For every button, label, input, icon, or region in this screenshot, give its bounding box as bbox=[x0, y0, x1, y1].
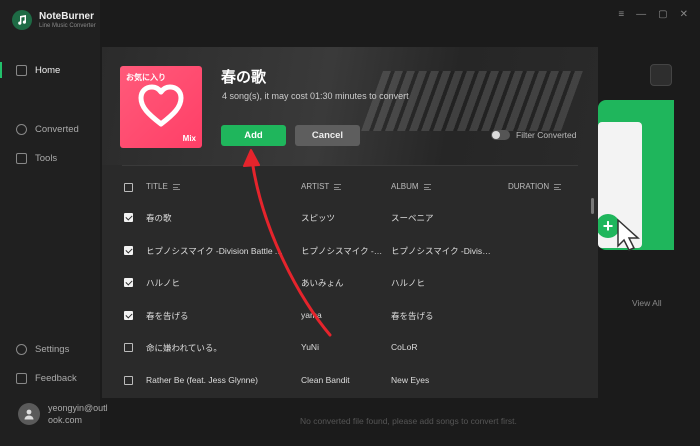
column-title-label: TITLE bbox=[146, 182, 168, 191]
toolbox-icon bbox=[16, 152, 27, 164]
home-icon bbox=[16, 64, 27, 76]
cell-title: ハルノヒ bbox=[146, 278, 181, 288]
heart-icon bbox=[138, 84, 184, 127]
cell-title: ヒプノシスマイク -Division Battle Anthem- bbox=[146, 245, 286, 256]
sidebar: NoteBurner Line Music Converter Home Con… bbox=[0, 0, 108, 446]
cell-title: 春を告げる bbox=[146, 310, 189, 321]
row-checkbox[interactable] bbox=[124, 278, 133, 287]
piano-keys-background bbox=[361, 71, 583, 131]
cell-title: 春の歌 bbox=[146, 213, 172, 223]
convert-info: 4 song(s), it may cost 01:30 minutes to … bbox=[222, 91, 409, 101]
cell-album: New Eyes bbox=[391, 374, 430, 385]
sort-icon bbox=[172, 183, 180, 190]
cell-artist: あいみょん bbox=[301, 278, 344, 288]
sidebar-item-label: Feedback bbox=[35, 372, 77, 384]
column-album-label: ALBUM bbox=[391, 182, 419, 191]
minimize-icon[interactable]: — bbox=[636, 10, 646, 20]
sidebar-item-settings[interactable]: Settings bbox=[0, 338, 100, 360]
cell-title: Rather Be (feat. Jess Glynne) bbox=[146, 374, 258, 385]
column-artist[interactable]: ARTIST bbox=[301, 182, 342, 191]
cell-album: ハルノヒ bbox=[391, 278, 426, 288]
pointer-cursor-icon bbox=[617, 218, 640, 251]
cell-album: ヒプノシスマイク -Division Battle Anthem- bbox=[391, 245, 491, 256]
sidebar-item-converted[interactable]: Converted bbox=[0, 118, 100, 140]
add-files-icon[interactable] bbox=[650, 64, 672, 86]
add-button[interactable]: Add bbox=[221, 125, 286, 146]
maximize-icon[interactable]: ▢ bbox=[658, 10, 667, 20]
column-album[interactable]: ALBUM bbox=[391, 182, 431, 191]
sort-icon bbox=[423, 183, 431, 190]
sort-icon bbox=[334, 183, 342, 190]
cell-title: 命に嫌われている。 bbox=[146, 343, 222, 353]
playlist-cover: お気に入り Mix bbox=[120, 66, 202, 148]
menu-icon[interactable]: ≡ bbox=[618, 10, 624, 20]
sidebar-item-label: Tools bbox=[35, 152, 58, 164]
clock-icon bbox=[16, 123, 27, 135]
cell-album: スーベニア bbox=[391, 213, 434, 223]
gear-icon bbox=[16, 343, 27, 355]
playlist-title: 春の歌 bbox=[221, 69, 267, 86]
sidebar-item-feedback[interactable]: Feedback bbox=[0, 367, 100, 389]
brand: NoteBurner Line Music Converter bbox=[12, 10, 96, 30]
row-checkbox[interactable] bbox=[124, 310, 133, 320]
cover-text: お気に入り bbox=[126, 73, 166, 82]
column-duration-label: DURATION bbox=[508, 182, 550, 191]
sidebar-item-label: Home bbox=[35, 64, 61, 76]
sidebar-item-label: Converted bbox=[35, 123, 79, 135]
column-title[interactable]: TITLE bbox=[146, 182, 180, 191]
cell-artist: Clean Bandit bbox=[301, 374, 350, 385]
view-all-link[interactable]: View All bbox=[632, 298, 662, 308]
cancel-button[interactable]: Cancel bbox=[295, 125, 360, 146]
app-subtitle: Line Music Converter bbox=[39, 22, 96, 29]
cell-artist: スピッツ bbox=[301, 213, 336, 223]
filter-toggle[interactable] bbox=[491, 130, 510, 140]
divider bbox=[122, 165, 578, 166]
window-controls: ≡ — ▢ ✕ bbox=[618, 10, 688, 20]
column-artist-label: ARTIST bbox=[301, 182, 330, 191]
close-icon[interactable]: ✕ bbox=[680, 10, 688, 20]
row-checkbox[interactable] bbox=[124, 245, 133, 255]
cell-album: CoLoR bbox=[391, 342, 418, 352]
dialog-header: お気に入り Mix 春の歌 4 song(s), it may cost 01:… bbox=[102, 47, 598, 165]
user-email: yeongyin@outlook.com bbox=[48, 403, 108, 425]
cell-album: 春を告げる bbox=[391, 310, 434, 321]
scrollbar[interactable] bbox=[591, 198, 594, 214]
column-duration[interactable]: DURATION bbox=[508, 182, 562, 191]
filter-label: Filter Converted bbox=[516, 130, 577, 140]
row-checkbox[interactable] bbox=[124, 343, 133, 352]
cell-artist: YuNi bbox=[301, 342, 319, 352]
user-account[interactable]: yeongyin@outlook.com bbox=[18, 402, 110, 426]
row-checkbox[interactable] bbox=[124, 375, 133, 385]
user-icon bbox=[24, 409, 34, 420]
sidebar-item-label: Settings bbox=[35, 343, 70, 355]
add-songs-dialog: お気に入り Mix 春の歌 4 song(s), it may cost 01:… bbox=[102, 47, 598, 398]
avatar bbox=[18, 403, 40, 425]
row-checkbox[interactable] bbox=[124, 213, 133, 222]
mail-icon bbox=[16, 372, 27, 384]
sort-icon bbox=[554, 183, 562, 190]
sidebar-item-tools[interactable]: Tools bbox=[0, 147, 100, 169]
filter-converted[interactable]: Filter Converted bbox=[491, 130, 576, 140]
select-all-checkbox[interactable] bbox=[124, 183, 133, 192]
sidebar-item-home[interactable]: Home bbox=[0, 59, 100, 81]
empty-message: No converted file found, please add song… bbox=[300, 416, 517, 426]
app-name: NoteBurner bbox=[39, 10, 95, 22]
cell-artist: ヒプノシスマイク -Division All Stars- bbox=[301, 245, 383, 256]
cell-artist: yama bbox=[301, 309, 322, 320]
cover-badge: Mix bbox=[182, 134, 196, 143]
app-logo-icon bbox=[12, 10, 32, 30]
